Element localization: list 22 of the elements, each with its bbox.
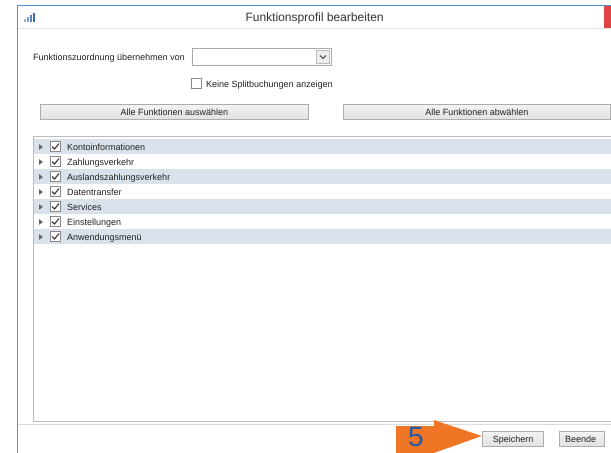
tree-item-label: Services xyxy=(67,202,102,212)
tree-row[interactable]: Kontoinformationen xyxy=(34,139,611,154)
dialog-button[interactable]: Beende xyxy=(559,431,605,447)
select-button[interactable]: Alle Funktionen auswählen xyxy=(40,104,308,120)
tree-item-label: Datentransfer xyxy=(67,186,122,196)
tree-item-label: Zahlungsverkehr xyxy=(67,156,134,166)
field-label: Funktionszuordnung übernehmen von xyxy=(33,52,186,62)
select-button[interactable]: Alle Funktionen abwählen xyxy=(342,104,611,120)
tree-item-label: Auslandszahlungsverkehr xyxy=(67,172,170,182)
tree-item-label: Anwendungsmenü xyxy=(67,232,142,242)
tree-row[interactable]: Einstellungen xyxy=(34,214,611,229)
tree-row[interactable]: Auslandszahlungsverkehr xyxy=(34,169,611,184)
tree-row[interactable]: Zahlungsverkehr xyxy=(34,154,611,169)
dialog-button[interactable]: Speichern xyxy=(482,431,544,447)
tree-row[interactable]: Services xyxy=(34,199,611,214)
step-number: 5 xyxy=(408,420,424,453)
tree-row[interactable]: Datentransfer xyxy=(34,184,611,199)
tree-row[interactable]: Anwendungsmenü xyxy=(34,229,611,244)
tree-item-label: Einstellungen xyxy=(67,216,122,226)
tree-item-label: Kontoinformationen xyxy=(67,142,146,152)
checkbox-label: Keine Splitbuchungen anzeigen xyxy=(206,78,333,88)
window-title: Funktionsprofil bearbeiten xyxy=(244,10,385,24)
